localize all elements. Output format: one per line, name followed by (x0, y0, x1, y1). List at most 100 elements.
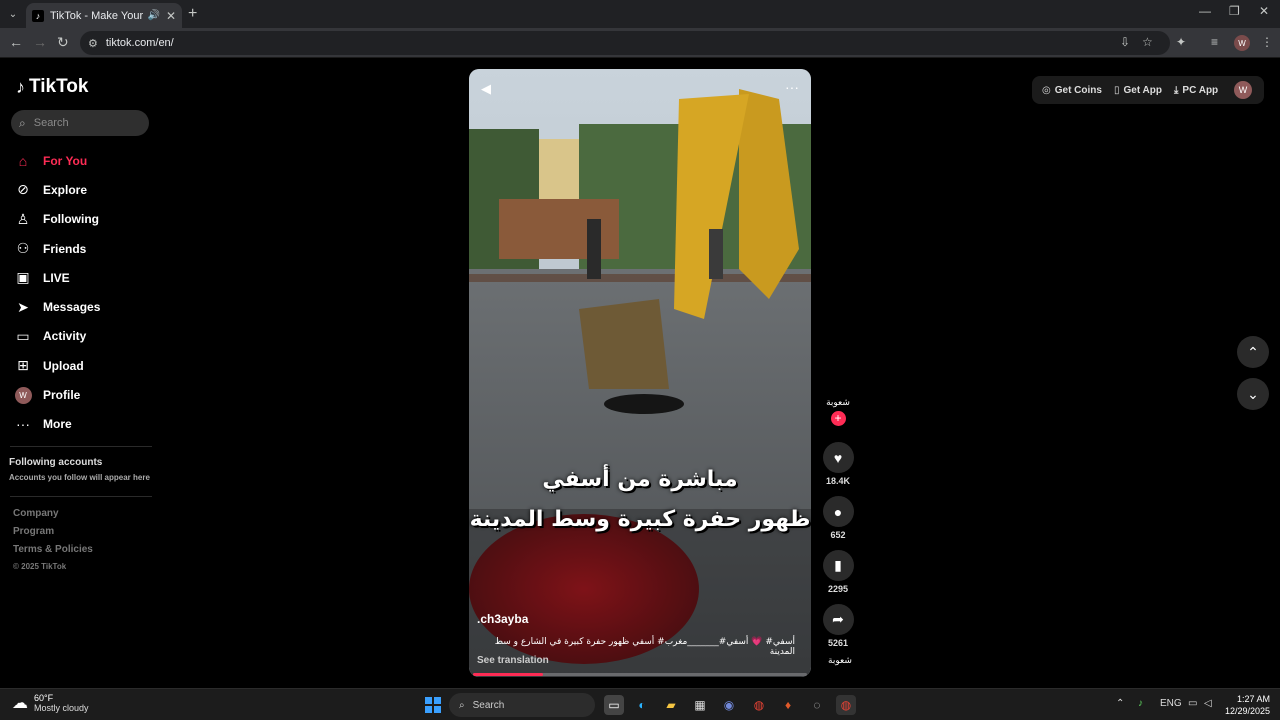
start-tile (434, 697, 441, 704)
site-info-icon[interactable]: ⚙ (88, 37, 98, 50)
video-caption-line1: مباشرة من أسفي (542, 467, 738, 492)
sidebar-item-explore[interactable]: ⊘ Explore (14, 175, 100, 204)
comment-action[interactable]: ● 652 (822, 496, 854, 540)
nav-label: More (43, 417, 72, 432)
chrome-profile-avatar[interactable]: W (1234, 35, 1250, 51)
tiktok-favicon-icon: ♪ (32, 9, 44, 22)
footer-link-terms[interactable]: Terms & Policies (13, 544, 93, 562)
start-button[interactable] (425, 697, 441, 713)
sidebar-item-upload[interactable]: ⊞ Upload (14, 351, 100, 380)
chevron-down-icon[interactable]: ⌄ (1237, 378, 1269, 410)
search-icon: ⌕ (19, 115, 26, 130)
sidebar-item-live[interactable]: ▣ LIVE (14, 263, 100, 292)
chrome-icon[interactable]: ◍ (749, 695, 769, 715)
back-icon[interactable]: ← (9, 34, 23, 50)
microphone-app-icon[interactable]: ♦ (778, 695, 798, 715)
mic-tray-icon[interactable]: ♪ (1138, 698, 1143, 709)
video-progress-fill (473, 673, 544, 676)
forward-icon[interactable]: → (33, 34, 47, 50)
taskbar-search-label: Search (472, 699, 505, 711)
avatar[interactable]: W (1234, 81, 1252, 99)
like-action[interactable]: ♥ 18.4K (822, 442, 854, 486)
language-indicator[interactable]: ENG (1160, 698, 1182, 709)
app-icon[interactable]: ◌ (807, 695, 827, 715)
clock-date: 12/29/2025 (1224, 706, 1270, 716)
system-clock[interactable]: 1:27 AM 12/29/2025 (1224, 693, 1270, 717)
browser-toolbar: ← → ↻ ⚙ tiktok.com/en/ ⇩ ☆ ✦ ≡ ⋮ (0, 28, 1280, 58)
chrome-active-icon[interactable]: ◍ (836, 695, 856, 715)
pc-app-button[interactable]: ⤓ PC App (1174, 85, 1218, 96)
heart-icon[interactable]: ♥ (822, 442, 854, 473)
bookmark-icon[interactable]: ▮ (822, 550, 854, 581)
store-icon[interactable]: ▦ (690, 695, 710, 715)
get-coins-button[interactable]: ◎ Get Coins (1042, 85, 1102, 96)
share-action[interactable]: ➦ 5261 (822, 604, 854, 648)
bookmark-star-icon[interactable]: ☆ (1142, 35, 1153, 49)
weather-widget[interactable]: ☁ 60°F Mostly cloudy (12, 693, 89, 713)
sidebar-divider (10, 496, 152, 497)
share-icon[interactable]: ➦ (822, 604, 854, 635)
media-control-icon[interactable]: ≡ (1211, 35, 1218, 49)
video-progress-bar[interactable] (473, 673, 807, 676)
tray-chevron-icon[interactable]: ⌃ (1116, 698, 1124, 709)
discord-icon[interactable]: ◉ (719, 695, 739, 715)
tab-search-icon[interactable]: ⌄ (4, 5, 22, 23)
edge-icon[interactable]: ◐ (632, 695, 652, 715)
activity-icon: ▭ (16, 327, 30, 344)
tab-close-icon[interactable]: ✕ (166, 9, 176, 23)
new-tab-icon[interactable]: + (188, 5, 197, 23)
phone-icon: ▯ (1113, 84, 1120, 96)
close-window-icon[interactable]: ✕ (1259, 4, 1269, 18)
pc-app-label: PC App (1182, 84, 1219, 96)
file-explorer-icon[interactable]: ▰ (661, 695, 681, 715)
sound-author[interactable]: شعوبة (828, 656, 852, 666)
sidebar-item-profile[interactable]: W Profile (14, 380, 100, 409)
search-input[interactable]: ⌕ Search (11, 110, 149, 136)
start-tile (434, 706, 441, 713)
sidebar-item-more[interactable]: ··· More (14, 410, 100, 439)
address-bar[interactable]: ⚙ tiktok.com/en/ (80, 31, 1170, 55)
tiktok-logo[interactable]: ♪ TikTok (16, 76, 88, 98)
tab-audio-icon[interactable]: 🔊 (147, 10, 159, 21)
taskbar-search[interactable]: ⌕ Search (449, 693, 595, 717)
sidebar-item-following[interactable]: ♙ Following (14, 205, 100, 234)
video-player[interactable]: ◀ ··· مباشرة من أسفي ظهور حفرة كبيرة وسط… (469, 69, 811, 677)
following-accounts-title: Following accounts (9, 457, 103, 468)
nav-label: Friends (43, 241, 87, 256)
top-right-bar: ◎ Get Coins ▯ Get App ⤓ PC App W (1032, 76, 1264, 104)
reload-icon[interactable]: ↻ (57, 34, 69, 51)
video-username[interactable]: .ch3ayba (477, 612, 528, 626)
get-app-button[interactable]: ▯ Get App (1114, 85, 1162, 96)
send-icon: ➤ (17, 298, 29, 315)
sidebar-item-activity[interactable]: ▭ Activity (14, 322, 100, 351)
extensions-icon[interactable]: ✦ (1176, 35, 1186, 49)
sidebar-item-friends[interactable]: ⚇ Friends (14, 234, 100, 263)
see-translation-link[interactable]: See translation (477, 655, 549, 666)
video-frame (469, 69, 811, 677)
sidebar-divider (10, 446, 152, 447)
weather-temp: 60°F (34, 693, 54, 703)
sidebar-item-for-you[interactable]: ⌂ For You (14, 146, 100, 175)
save-action[interactable]: ▮ 2295 (822, 550, 854, 594)
follow-plus-button[interactable]: + (830, 411, 846, 426)
network-icon[interactable]: ▭ (1188, 698, 1197, 709)
video-more-icon[interactable]: ··· (785, 79, 799, 95)
sidebar-footer: Company Program Terms & Policies © 2025 … (13, 508, 93, 580)
chrome-menu-icon[interactable]: ⋮ (1261, 35, 1273, 49)
install-app-icon[interactable]: ⇩ (1120, 35, 1130, 49)
clock-time: 1:27 AM (1236, 694, 1270, 704)
comment-count: 652 (830, 530, 846, 540)
chevron-up-icon[interactable]: ⌃ (1237, 336, 1269, 368)
sidebar-item-messages[interactable]: ➤ Messages (14, 292, 100, 321)
task-view-icon[interactable]: ▭ (604, 695, 624, 715)
comment-icon[interactable]: ● (822, 496, 854, 527)
browser-tab[interactable]: ♪ TikTok - Make Your Day 🔊 ✕ (26, 3, 182, 28)
restore-icon[interactable]: ❐ (1229, 4, 1240, 18)
footer-link-program[interactable]: Program (13, 526, 93, 544)
minimize-icon[interactable]: — (1199, 4, 1211, 18)
footer-link-company[interactable]: Company (13, 508, 93, 526)
start-tile (425, 697, 432, 704)
volume-tray-icon[interactable]: ◁ (1204, 698, 1212, 709)
volume-icon[interactable]: ◀ (481, 81, 491, 97)
author-name[interactable]: شعوبة (822, 398, 854, 408)
